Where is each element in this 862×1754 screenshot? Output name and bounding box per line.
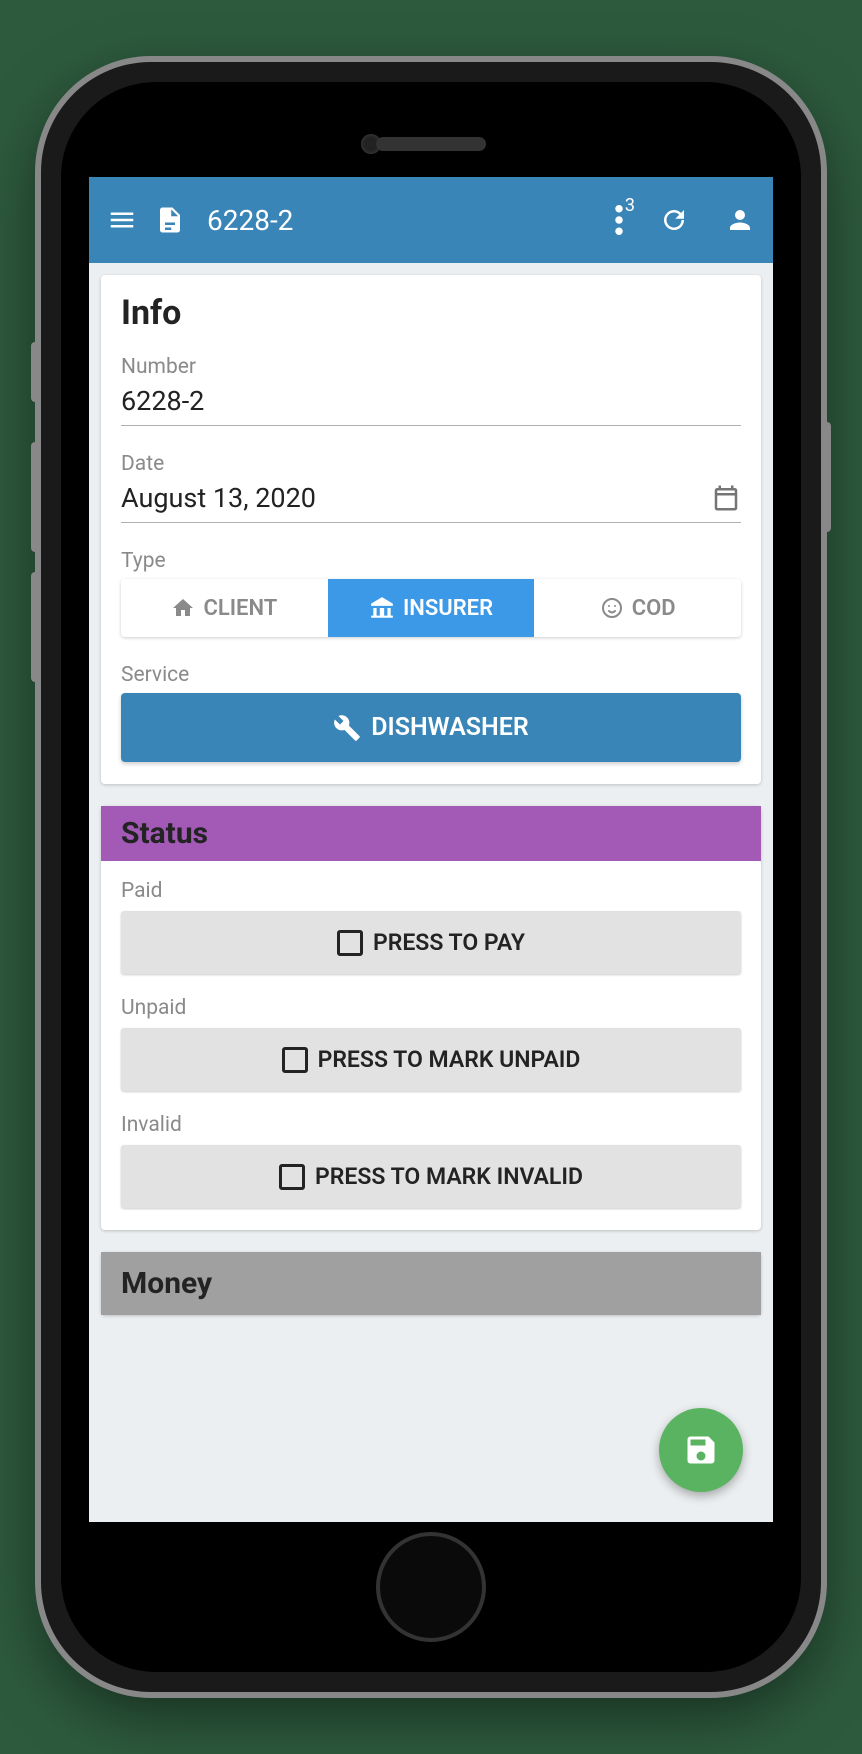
service-field: Service DISHWASHER xyxy=(121,663,741,762)
save-icon xyxy=(683,1432,719,1468)
document-icon xyxy=(155,203,185,237)
mute-switch xyxy=(31,342,39,402)
phone-bezel: 6228-2 3 xyxy=(61,82,801,1672)
account-button[interactable] xyxy=(725,205,755,235)
number-input[interactable]: 6228-2 xyxy=(121,385,741,426)
type-segmented-control: CLIENT INSURER COD xyxy=(121,579,741,637)
service-button[interactable]: DISHWASHER xyxy=(121,693,741,762)
home-button[interactable] xyxy=(376,1532,486,1642)
calendar-icon xyxy=(711,483,741,513)
number-value: 6228-2 xyxy=(121,385,204,417)
type-label: Type xyxy=(121,549,741,573)
type-cod-label: COD xyxy=(632,596,676,621)
app-bar: 6228-2 3 xyxy=(89,177,773,263)
type-insurer-button[interactable]: INSURER xyxy=(328,579,535,637)
mark-unpaid-label: PRESS TO MARK UNPAID xyxy=(318,1046,581,1073)
mark-invalid-button[interactable]: PRESS TO MARK INVALID xyxy=(121,1145,741,1208)
type-insurer-label: INSURER xyxy=(403,596,493,621)
refresh-icon xyxy=(659,205,689,235)
info-title: Info xyxy=(121,293,741,333)
money-card: Money xyxy=(101,1252,761,1315)
info-card: Info Number 6228-2 Date August 13, 2020 xyxy=(101,275,761,784)
type-field: Type CLIENT INSURER xyxy=(121,549,741,637)
person-icon xyxy=(725,205,755,235)
unpaid-label: Unpaid xyxy=(121,996,741,1020)
face-icon xyxy=(600,596,624,620)
earpiece-speaker xyxy=(376,137,486,151)
volume-down xyxy=(31,572,39,682)
power-button xyxy=(823,422,831,532)
bank-icon xyxy=(369,595,395,621)
more-button[interactable]: 3 xyxy=(615,205,623,235)
more-vert-icon xyxy=(615,205,623,235)
refresh-button[interactable] xyxy=(659,205,689,235)
type-cod-button[interactable]: COD xyxy=(534,579,741,637)
document-button[interactable] xyxy=(155,203,185,237)
wrench-icon xyxy=(333,714,361,742)
pay-button-label: PRESS TO PAY xyxy=(373,929,525,956)
number-label: Number xyxy=(121,355,741,379)
volume-up xyxy=(31,442,39,552)
pay-button[interactable]: PRESS TO PAY xyxy=(121,911,741,974)
status-title: Status xyxy=(101,806,761,861)
date-field: Date August 13, 2020 xyxy=(121,452,741,523)
invalid-label: Invalid xyxy=(121,1113,741,1137)
phone-frame: 6228-2 3 xyxy=(41,62,821,1692)
notification-badge: 3 xyxy=(625,195,635,216)
type-client-label: CLIENT xyxy=(203,596,277,621)
status-card: Status Paid PRESS TO PAY Unpaid xyxy=(101,806,761,1230)
checkbox-icon xyxy=(279,1164,305,1190)
checkbox-icon xyxy=(337,930,363,956)
invalid-row: Invalid PRESS TO MARK INVALID xyxy=(121,1113,741,1208)
paid-row: Paid PRESS TO PAY xyxy=(121,879,741,974)
date-input[interactable]: August 13, 2020 xyxy=(121,482,741,523)
mark-invalid-label: PRESS TO MARK INVALID xyxy=(315,1163,583,1190)
app-screen: 6228-2 3 xyxy=(89,177,773,1522)
content-area: Info Number 6228-2 Date August 13, 2020 xyxy=(89,263,773,1349)
mark-unpaid-button[interactable]: PRESS TO MARK UNPAID xyxy=(121,1028,741,1091)
save-fab[interactable] xyxy=(659,1408,743,1492)
hamburger-icon xyxy=(107,205,137,235)
service-label: Service xyxy=(121,663,741,687)
paid-label: Paid xyxy=(121,879,741,903)
date-label: Date xyxy=(121,452,741,476)
home-icon xyxy=(171,596,195,620)
date-value: August 13, 2020 xyxy=(121,482,316,514)
checkbox-icon xyxy=(282,1047,308,1073)
appbar-title: 6228-2 xyxy=(207,204,293,237)
number-field: Number 6228-2 xyxy=(121,355,741,426)
unpaid-row: Unpaid PRESS TO MARK UNPAID xyxy=(121,996,741,1091)
type-client-button[interactable]: CLIENT xyxy=(121,579,328,637)
service-value: DISHWASHER xyxy=(371,713,528,742)
menu-button[interactable] xyxy=(107,205,137,235)
money-title: Money xyxy=(101,1252,761,1315)
